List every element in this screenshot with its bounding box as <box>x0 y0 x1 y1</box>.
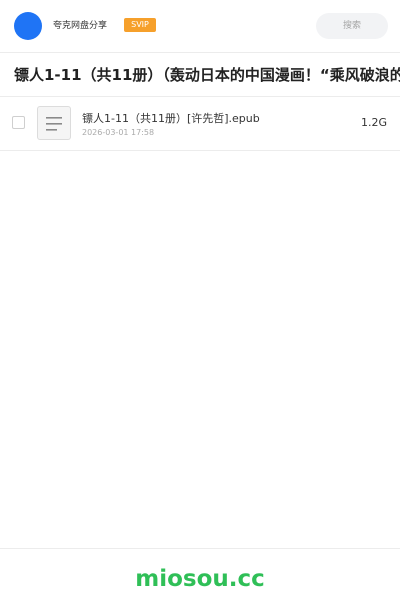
app-name: 夸克网盘分享 <box>53 21 108 31</box>
user-avatar[interactable] <box>14 12 42 40</box>
document-lines-icon <box>37 106 71 140</box>
share-title: 镖人1-11（共11册）（轰动日本的中国漫画！“乘风破浪的 <box>14 66 400 84</box>
share-page: 夸克网盘分享 SVIP 镖人1-11（共11册）（轰动日本的中国漫画！“乘风破浪… <box>0 0 400 600</box>
file-row[interactable]: 镖人1-11（共11册）[许先哲].epub 2026-03-01 17:58 <box>0 97 400 151</box>
search-input[interactable] <box>316 13 388 39</box>
top-header: 夸克网盘分享 SVIP <box>0 0 400 53</box>
file-name[interactable]: 镖人1-11（共11册）[许先哲].epub <box>82 112 260 126</box>
svip-badge: SVIP <box>124 18 156 32</box>
file-checkbox[interactable] <box>12 116 25 129</box>
file-date: 2026-03-01 17:58 <box>82 128 155 137</box>
share-title-bar: 镖人1-11（共11册）（轰动日本的中国漫画！“乘风破浪的 <box>0 53 400 97</box>
footer: miosou.cc <box>0 548 400 600</box>
site-watermark: miosou.cc <box>135 566 265 592</box>
file-size: 1.2G <box>360 116 387 129</box>
